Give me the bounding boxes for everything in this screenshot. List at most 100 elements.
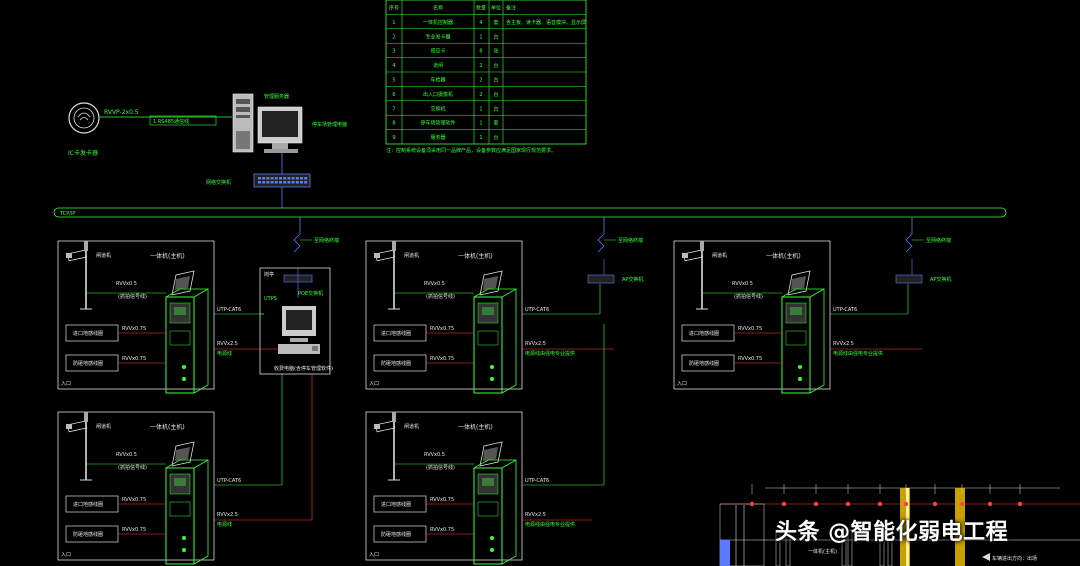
rvv-power-label: RVVx2.5 — [217, 341, 238, 347]
table-cell: 台 — [493, 77, 498, 84]
utp-label: UTP-CAT6 — [217, 478, 241, 484]
rvv075-label: RVVx0.75 — [430, 497, 454, 503]
gate-unit: 一体机(主机) 闸道机 RVVx0.5 (抓拍信号线) 进口地感线圈 RVVx0.75 防砸… — [57, 374, 313, 565]
rs485-label: 1 RS485通信线 — [153, 118, 189, 125]
loop-entry-label: 进口地感线圈 — [73, 330, 103, 337]
table-cell: 服务器 — [430, 134, 445, 141]
rvv-label: RVVx0.5 — [424, 452, 445, 458]
table-note: 注：控制系统设备须采用同一品牌产品，设备参数应满足国家现行规范要求。 — [386, 147, 556, 154]
table-cell: 专业发卡器 — [425, 33, 450, 40]
rvv075-label: RVVx0.75 — [122, 527, 146, 533]
table-cell: 套 — [493, 120, 498, 127]
power-label: 电源线由强电专业提供 — [525, 521, 575, 528]
loop-entry-label: 进口地感线圈 — [73, 501, 103, 508]
ticket-kiosk-icon — [165, 441, 209, 565]
loop-entry-label: 进口地感线圈 — [689, 330, 719, 337]
barrier-gate-icon — [373, 240, 401, 310]
loop-entry-label: 进口地感线圈 — [381, 501, 411, 508]
ticket-kiosk-icon — [473, 441, 517, 565]
rvv-sub: (抓拍信号线) — [426, 464, 455, 471]
utp-label: UTP-CAT6 — [525, 478, 549, 484]
booth-switch-label: POE交换机 — [298, 290, 323, 297]
table-header-cell: 名称 — [433, 5, 443, 12]
table-cell: 台 — [493, 134, 498, 141]
table-cell: 交换机 — [430, 105, 445, 112]
rvv075-label: RVVx0.75 — [738, 356, 762, 362]
terminal-label: 至网络终端 — [314, 237, 339, 244]
rvv075-label: RVVx0.75 — [122, 356, 146, 362]
table-cell: 套 — [493, 19, 498, 26]
network-switch-icon — [253, 173, 311, 188]
table-cell: 2 — [479, 63, 482, 69]
rvv075-label: RVVx0.75 — [738, 326, 762, 332]
rvv075-label: RVVx0.75 — [430, 326, 454, 332]
gate-unit: 一体机(主机) 闸道机 RVVx0.5 (抓拍信号线) 进口地感线圈 RVVx0.75 防砸… — [673, 240, 951, 394]
table-cell: 1 — [479, 121, 482, 127]
table-cell: 2 — [392, 34, 395, 40]
rvv-label: RVVx0.5 — [424, 281, 445, 287]
rvv-power-label: RVVx2.5 — [525, 341, 546, 347]
unit-title: 一体机(主机) — [766, 252, 801, 260]
table-cell: 道闸 — [433, 62, 443, 69]
table-cell: 台 — [493, 33, 498, 40]
rvv075-label: RVVx0.75 — [122, 326, 146, 332]
rvv075-label: RVVx0.75 — [430, 356, 454, 362]
barrier-gate-icon — [681, 240, 709, 310]
loop-guard-label: 防砸地感线圈 — [381, 360, 411, 367]
booth: 岗亭 POE交换机 UTP5 收费电脑(含停车管理软件) — [259, 267, 333, 375]
table-cell: 1 — [392, 20, 395, 26]
unit-corner-label: 入口 — [677, 381, 687, 387]
ic-card-reader: IC卡发卡器 — [68, 102, 100, 157]
power-label: 电源线由强电专业提供 — [833, 350, 883, 357]
table-cell: 一体机控制器 — [423, 19, 453, 26]
terminal-label: 至网络终端 — [618, 237, 643, 244]
loop-guard-label: 防砸地感线圈 — [689, 360, 719, 367]
unit-corner-label: 入口 — [61, 552, 71, 558]
gate-unit: 一体机(主机) 闸道机 RVVx0.5 (抓拍信号线) 进口地感线圈 RVVx0.75 防砸… — [365, 324, 605, 565]
rvv-sub: (抓拍信号线) — [734, 293, 763, 300]
terminal-label: 至网络终端 — [926, 237, 951, 244]
rvv075-label: RVVx0.75 — [430, 527, 454, 533]
table-cell: 台 — [493, 62, 498, 69]
ap-label: AP交换机 — [622, 276, 643, 283]
backbone-label: TCP/IP — [59, 211, 75, 217]
table-cell: 1 — [479, 135, 482, 141]
gate-unit: 一体机(主机) 闸道机 RVVx0.5 (抓拍信号线) 进口地感线圈 RVVx0.75 防砸… — [57, 240, 284, 394]
ap-switch-icon — [895, 274, 923, 284]
table-cell: 3 — [392, 49, 395, 55]
table-cell: 台 — [493, 91, 498, 98]
ap-label: AP交换机 — [930, 276, 951, 283]
rvv-label: RVVx0.5 — [732, 281, 753, 287]
utp-label: UTP-CAT6 — [217, 307, 241, 313]
utp-label: UTP-CAT6 — [833, 307, 857, 313]
table-header-cell: 数量 — [476, 5, 486, 12]
unit-corner-label: 入口 — [369, 552, 379, 558]
booth-title: 岗亭 — [264, 271, 274, 278]
table-cell: 8 — [479, 49, 482, 55]
ic-label: IC卡发卡器 — [68, 149, 98, 157]
rvv-power-label: RVVx2.5 — [217, 512, 238, 518]
system-diagram: 序号 名称 数量 单位 备注 1 一体机控制器 4 套 含主板、读卡器、语音模块、显示屏 2 专业发卡… — [53, 0, 1080, 566]
server-label: 管理服务器 — [264, 93, 289, 100]
table-cell: 4 — [392, 63, 395, 69]
table-header-cell: 备注 — [506, 5, 516, 12]
unit-title: 一体机(主机) — [150, 423, 185, 431]
gate-label: 闸道机 — [404, 423, 419, 430]
table-cell: 台 — [493, 105, 498, 112]
table-cell: 1 — [479, 106, 482, 112]
table-cell: 2 — [479, 92, 482, 98]
booth-pc-icon — [278, 306, 320, 354]
monitor-icon — [257, 106, 303, 153]
gate-label: 闸道机 — [404, 252, 419, 259]
plan-arrow-label: 车辆进出方向：出场 — [992, 555, 1037, 562]
plan-gate-label: 一体机(主机) — [808, 548, 837, 555]
watermark: 头条 @智能化弱电工程 — [775, 520, 1009, 545]
rvv-sub: (抓拍信号线) — [118, 293, 147, 300]
pc-label: 停车场管理电脑 — [312, 121, 347, 128]
table-header-cell: 单位 — [491, 5, 501, 12]
unit-title: 一体机(主机) — [458, 423, 493, 431]
table-cell: 2 — [479, 78, 482, 84]
booth-pc-label: 收费电脑(含停车管理软件) — [274, 365, 333, 372]
rvv075-label: RVVx0.75 — [122, 497, 146, 503]
unit-corner-label: 入口 — [369, 381, 379, 387]
